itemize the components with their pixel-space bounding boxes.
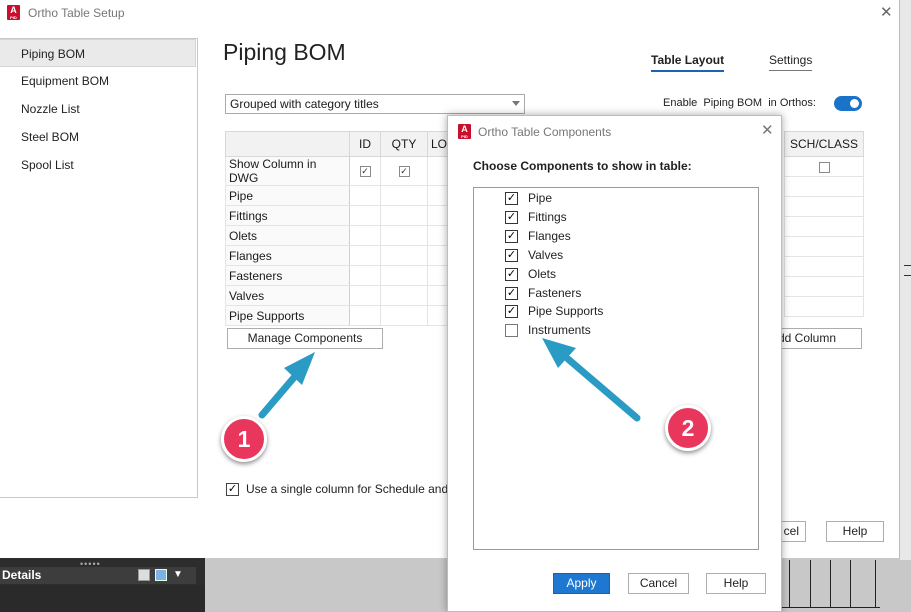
grid-corner — [225, 131, 350, 157]
grid-header-sch-class[interactable]: SCH/CLASS — [784, 131, 864, 157]
row-label: Flanges — [225, 245, 350, 266]
show-id-checkbox[interactable]: ✓ — [359, 166, 371, 178]
pipe-supports-checkbox[interactable]: ✓ — [505, 304, 518, 318]
details-body — [0, 585, 205, 612]
olets-checkbox[interactable]: ✓ — [505, 267, 518, 281]
tab-settings[interactable]: Settings — [769, 53, 813, 71]
table-row: Fasteners — [225, 265, 452, 286]
add-column-button[interactable]: dd Column — [770, 328, 862, 349]
columns-grid: ID QTY LO Show Column in DWG ✓ ✓ Pipe Fi… — [225, 131, 452, 326]
fasteners-checkbox[interactable]: ✓ — [505, 286, 518, 300]
single-column-checkbox[interactable]: ✓ — [226, 482, 239, 496]
details-panel: ••••• Details ▼ — [0, 557, 205, 612]
table-row: Show Column in DWG ✓ ✓ — [225, 156, 452, 186]
instruments-checkbox[interactable] — [505, 323, 518, 337]
ortho-table-components-dialog: A PID Ortho Table Components ✕ Choose Com… — [447, 115, 782, 612]
image-icon[interactable] — [155, 569, 167, 581]
list-item[interactable]: ✓ Flanges — [505, 227, 571, 245]
row-label: Show Column in DWG — [225, 156, 350, 186]
sidebar-item-piping-bom[interactable]: Piping BOM — [0, 39, 196, 67]
page-title: Piping BOM — [223, 39, 346, 65]
list-item[interactable]: ✓ Fasteners — [505, 284, 581, 302]
chevron-down-icon — [512, 101, 520, 106]
sidebar-item-spool-list[interactable]: Spool List — [0, 151, 196, 179]
single-column-option: ✓ Use a single column for Schedule and — [226, 482, 448, 496]
autocad-app-icon: A PID — [7, 5, 20, 20]
enable-toggle[interactable] — [834, 96, 862, 111]
list-item[interactable]: ✓ Olets — [505, 265, 556, 283]
list-item[interactable]: ✓ Pipe — [505, 189, 552, 207]
flanges-checkbox[interactable]: ✓ — [505, 229, 518, 243]
grid-header-id[interactable]: ID — [349, 131, 381, 157]
autocad-app-icon: A PID — [458, 124, 471, 139]
enable-name: Piping BOM — [703, 97, 763, 109]
table-row: Pipe Supports — [225, 305, 452, 326]
modal-title: Ortho Table Components — [478, 125, 612, 139]
sidebar-item-nozzle-list[interactable]: Nozzle List — [0, 95, 196, 123]
components-list: ✓ Pipe ✓ Fittings ✓ Flanges ✓ Valves ✓ Olets … — [473, 187, 759, 550]
component-label: Olets — [528, 267, 557, 281]
component-label: Pipe Supports — [528, 304, 604, 318]
row-label: Valves — [225, 285, 350, 306]
details-title: Details — [2, 568, 42, 582]
sidebar-item-equipment-bom[interactable]: Equipment BOM — [0, 67, 196, 95]
chevron-down-icon[interactable]: ▼ — [172, 569, 184, 581]
cad-drawing-lines — [775, 560, 885, 610]
background-window-edge — [900, 0, 911, 560]
table-row: Pipe — [225, 185, 452, 206]
component-label: Pipe — [528, 191, 553, 205]
help-button[interactable]: Help — [706, 573, 766, 594]
table-row: Valves — [225, 285, 452, 306]
list-item[interactable]: ✓ Valves — [505, 246, 563, 264]
window-title: Ortho Table Setup — [28, 6, 125, 20]
grouping-select-value: Grouped with category titles — [230, 97, 379, 111]
grid-header-qty[interactable]: QTY — [380, 131, 428, 157]
row-label: Fittings — [225, 205, 350, 226]
list-item[interactable]: ✓ Pipe Supports — [505, 302, 603, 320]
help-button[interactable]: Help — [826, 521, 884, 542]
grouping-select[interactable]: Grouped with category titles — [225, 94, 525, 114]
row-label: Fasteners — [225, 265, 350, 286]
fittings-checkbox[interactable]: ✓ — [505, 210, 518, 224]
table-row: Fittings — [225, 205, 452, 226]
show-qty-checkbox[interactable]: ✓ — [398, 166, 410, 178]
table-row: Olets — [225, 225, 452, 246]
enable-suffix: in Orthos: — [768, 97, 816, 109]
component-label: Valves — [528, 248, 564, 262]
annotation-badge-2: 2 — [665, 405, 711, 451]
sidebar-item-steel-bom[interactable]: Steel BOM — [0, 123, 196, 151]
document-icon[interactable] — [138, 569, 150, 581]
manage-components-button[interactable]: Manage Components — [227, 328, 383, 349]
single-column-label: Use a single column for Schedule and — [246, 482, 449, 496]
valves-checkbox[interactable]: ✓ — [505, 248, 518, 262]
row-label: Olets — [225, 225, 350, 246]
cancel-button[interactable]: Cancel — [628, 573, 689, 594]
tab-table-layout[interactable]: Table Layout — [651, 53, 725, 72]
close-icon[interactable]: ✕ — [880, 3, 893, 21]
list-item[interactable]: ✓ Fittings — [505, 208, 567, 226]
annotation-badge-1: 1 — [221, 416, 267, 462]
list-item[interactable]: Instruments — [505, 321, 591, 339]
enable-prefix: Enable — [663, 97, 698, 109]
titlebar: A PID Ortho Table Setup ✕ — [0, 0, 900, 26]
table-row: Flanges — [225, 245, 452, 266]
columns-grid-right: SCH/CLASS — [784, 131, 864, 317]
row-label: Pipe Supports — [225, 305, 350, 326]
show-sch-class-checkbox[interactable] — [818, 161, 830, 173]
enable-label: Enable Piping BOM in Orthos: — [663, 97, 816, 109]
component-label: Flanges — [528, 229, 571, 243]
panel-grip-icon[interactable]: ••••• — [80, 559, 101, 569]
component-label: Fasteners — [528, 286, 582, 300]
sidebar-nav: Piping BOM Equipment BOM Nozzle List Ste… — [0, 38, 198, 498]
apply-button[interactable]: Apply — [553, 573, 610, 594]
component-label: Instruments — [528, 323, 591, 337]
pipe-checkbox[interactable]: ✓ — [505, 191, 518, 205]
modal-instruction: Choose Components to show in table: — [473, 159, 692, 173]
component-label: Fittings — [528, 210, 567, 224]
close-icon[interactable]: ✕ — [761, 121, 774, 139]
row-label: Pipe — [225, 185, 350, 206]
